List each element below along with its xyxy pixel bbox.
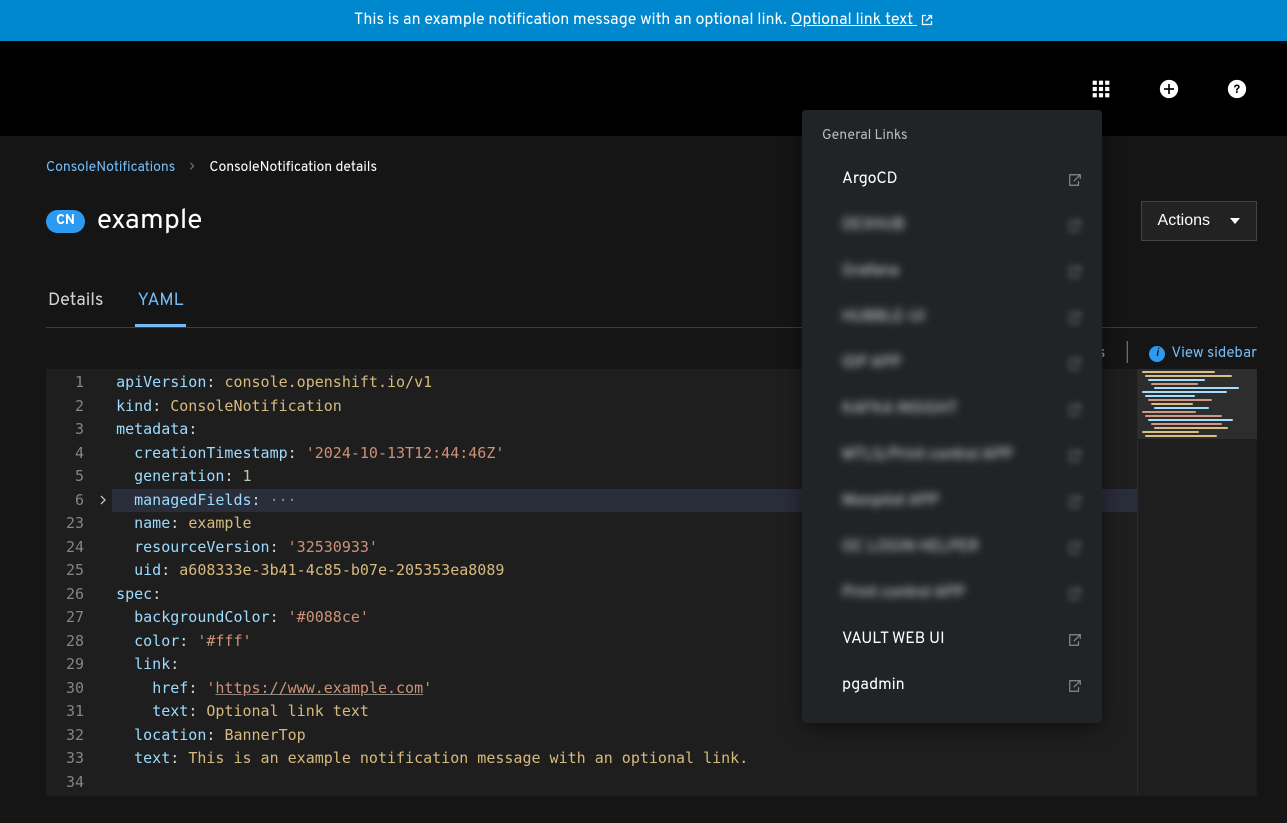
- dropdown-item[interactable]: VAULT WEB UI: [802, 617, 1102, 663]
- dropdown-item[interactable]: HUBBLE-UI: [802, 295, 1102, 341]
- dropdown-item[interactable]: IDP APP: [802, 341, 1102, 387]
- minimap-viewport[interactable]: [1138, 369, 1257, 439]
- toolbar-separator: |: [1125, 344, 1129, 363]
- app-launcher-dropdown: General Links ArgoCD DEXHUB Grafana HUBBLE-…: [802, 110, 1102, 723]
- dropdown-item-label: KAFKA INSIGHT: [842, 400, 958, 420]
- line-number: 27: [66, 606, 84, 630]
- page-title: example: [97, 203, 202, 239]
- external-link-icon: [1068, 679, 1082, 693]
- dropdown-item[interactable]: Grafana: [802, 249, 1102, 295]
- external-link-icon: [1068, 357, 1082, 371]
- external-link-icon: [1068, 449, 1082, 463]
- dropdown-item-label: VAULT WEB UI: [842, 630, 945, 650]
- breadcrumb-parent[interactable]: ConsoleNotifications: [46, 160, 175, 177]
- external-link-icon: [921, 13, 933, 25]
- external-link-icon: [1068, 403, 1082, 417]
- line-number: 4: [66, 442, 84, 466]
- external-link-icon: [1068, 265, 1082, 279]
- line-number: 29: [66, 653, 84, 677]
- dropdown-item[interactable]: pgadmin: [802, 663, 1102, 709]
- external-link-icon: [1068, 541, 1082, 555]
- dropdown-item[interactable]: Print control APP: [802, 571, 1102, 617]
- line-number: 33: [66, 747, 84, 771]
- breadcrumb-current: ConsoleNotification details: [209, 160, 377, 177]
- code-line[interactable]: text: This is an example notification me…: [112, 747, 1137, 771]
- external-link-icon: [1068, 311, 1082, 325]
- line-number-gutter: 123456232425262728293031323334: [46, 369, 94, 796]
- external-link-icon: [1068, 633, 1082, 647]
- line-number: 2: [66, 395, 84, 419]
- code-line[interactable]: [112, 771, 1137, 795]
- external-link-icon: [1068, 219, 1082, 233]
- line-number: 32: [66, 724, 84, 748]
- dropdown-item[interactable]: MTLS/Print control APP: [802, 433, 1102, 479]
- external-link-icon: [1068, 173, 1082, 187]
- banner-link-text: Optional link text: [791, 11, 913, 31]
- fold-chevron-icon[interactable]: [94, 489, 112, 513]
- tab-details[interactable]: Details: [46, 277, 105, 327]
- external-link-icon: [1068, 587, 1082, 601]
- tab-yaml[interactable]: YAML: [135, 277, 185, 327]
- line-number: 34: [66, 771, 84, 795]
- dropdown-item[interactable]: ArgoCD: [802, 157, 1102, 203]
- actions-button[interactable]: Actions: [1141, 201, 1257, 241]
- dropdown-item-label: Print control APP: [842, 584, 965, 604]
- dropdown-header: General Links: [802, 128, 1102, 157]
- svg-text:?: ?: [1234, 82, 1240, 98]
- view-sidebar-text: View sidebar: [1171, 344, 1257, 363]
- minimap[interactable]: [1137, 369, 1257, 796]
- line-number: 28: [66, 630, 84, 654]
- dropdown-item-label: IDP APP: [842, 354, 901, 374]
- dropdown-item[interactable]: OC LOGIN HELPER: [802, 525, 1102, 571]
- dropdown-item-label: Monpilot APP: [842, 492, 939, 512]
- line-number: 26: [66, 583, 84, 607]
- line-number: 31: [66, 700, 84, 724]
- dropdown-item[interactable]: KAFKA INSIGHT: [802, 387, 1102, 433]
- line-number: 3: [66, 418, 84, 442]
- line-number: 25: [66, 559, 84, 583]
- line-number: 5: [66, 465, 84, 489]
- external-link-icon: [1068, 495, 1082, 509]
- banner-text: This is an example notification message …: [354, 11, 787, 31]
- resource-badge: CN: [46, 210, 85, 233]
- line-number: 24: [66, 536, 84, 560]
- info-icon: i: [1149, 346, 1165, 362]
- caret-down-icon: [1230, 218, 1240, 224]
- line-number: 30: [66, 677, 84, 701]
- plus-icon[interactable]: [1159, 79, 1179, 99]
- dropdown-item[interactable]: Monpilot APP: [802, 479, 1102, 525]
- dropdown-item-label: pgadmin: [842, 676, 905, 696]
- chevron-right-icon: [187, 160, 197, 177]
- line-number: 1: [66, 371, 84, 395]
- dropdown-item-label: ArgoCD: [842, 170, 898, 190]
- fold-gutter: [94, 369, 112, 796]
- dropdown-item-label: DEXHUB: [842, 216, 905, 236]
- dropdown-item-label: OC LOGIN HELPER: [842, 538, 979, 558]
- code-line[interactable]: location: BannerTop: [112, 724, 1137, 748]
- actions-label: Actions: [1158, 212, 1210, 230]
- app-launcher-icon[interactable]: [1091, 79, 1111, 99]
- dropdown-item[interactable]: DEXHUB: [802, 203, 1102, 249]
- dropdown-item-label: MTLS/Print control APP: [842, 446, 1013, 466]
- dropdown-item-label: HUBBLE-UI: [842, 308, 925, 328]
- line-number: 23: [66, 512, 84, 536]
- notification-banner: This is an example notification message …: [0, 0, 1287, 41]
- help-icon[interactable]: ?: [1227, 79, 1247, 99]
- dropdown-item-label: Grafana: [842, 262, 899, 282]
- view-sidebar-link[interactable]: i View sidebar: [1149, 344, 1257, 363]
- line-number: 6: [66, 489, 84, 513]
- banner-link[interactable]: Optional link text: [791, 11, 933, 31]
